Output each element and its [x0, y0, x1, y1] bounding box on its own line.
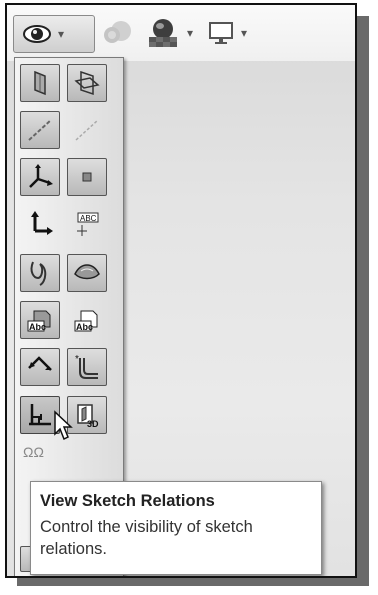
view-annotations-button[interactable]: Abc	[20, 301, 60, 339]
view-sketch-relations-icon	[25, 400, 55, 430]
appearance-sphere-icon	[101, 18, 135, 48]
view-coordinate-systems-icon	[26, 163, 54, 191]
scene-icon	[145, 17, 181, 49]
view-temporary-axes-button[interactable]	[67, 111, 107, 149]
view-settings-button[interactable]: ▾	[207, 15, 247, 51]
svg-text:3D: 3D	[87, 419, 99, 429]
view-dimension-names-button[interactable]: ABC	[67, 205, 107, 243]
view-dimension-names-icon: ABC	[72, 209, 102, 239]
view-routing-points-button[interactable]: *	[67, 348, 107, 386]
view-surfaces-button[interactable]	[67, 254, 107, 292]
view-curves-button[interactable]	[20, 254, 60, 292]
view-planes-icon	[27, 69, 53, 97]
partial-row-icon: ΩΩ	[23, 444, 44, 460]
apply-scene-button[interactable]: ▾	[145, 15, 193, 51]
view-origins-button[interactable]	[20, 205, 60, 243]
svg-text:ABC: ABC	[80, 214, 97, 223]
edit-appearance-button[interactable]	[101, 15, 135, 51]
chevron-down-icon[interactable]: ▾	[241, 26, 247, 40]
svg-text:Abc: Abc	[76, 322, 93, 332]
view-sketch-dimensions-icon	[25, 352, 55, 382]
view-annotation-faces-button[interactable]: Abc	[67, 301, 107, 339]
view-points-icon	[79, 169, 95, 185]
svg-text:Abc: Abc	[29, 322, 46, 332]
view-coordinate-systems-button[interactable]	[20, 158, 60, 196]
tooltip-title: View Sketch Relations	[40, 492, 215, 510]
view-curves-icon	[26, 258, 54, 288]
hide-show-items-button[interactable]: ▾	[13, 15, 95, 53]
view-axes-button[interactable]	[20, 111, 60, 149]
svg-text:*: *	[75, 354, 79, 365]
tooltip-description: Control the visibility of sketch relatio…	[40, 518, 253, 558]
view-3d-sketch-planes-icon: 3D	[72, 400, 102, 430]
view-temporary-axes-icon	[72, 116, 102, 144]
chevron-down-icon[interactable]: ▾	[187, 26, 193, 40]
eye-icon	[22, 22, 52, 46]
view-sketch-dimensions-button[interactable]	[20, 348, 60, 386]
view-origins-icon	[25, 209, 55, 239]
view-annotations-icon: Abc	[25, 305, 55, 335]
view-all-planes-icon	[73, 69, 101, 97]
chevron-down-icon[interactable]: ▾	[58, 27, 64, 41]
view-points-button[interactable]	[67, 158, 107, 196]
view-planes-button[interactable]	[20, 64, 60, 102]
view-all-planes-button[interactable]	[67, 64, 107, 102]
screenshot-frame: ▾ ▾ ▾ ABC Abc Abc * 3D ΩΩ View Sketch Re…	[5, 3, 357, 578]
display-monitor-icon	[207, 20, 235, 46]
view-toolbar: ▾ ▾ ▾	[7, 5, 355, 61]
mouse-cursor-icon	[53, 410, 75, 442]
view-routing-points-icon: *	[72, 352, 102, 382]
view-annotation-faces-icon: Abc	[72, 305, 102, 335]
view-axes-icon	[25, 116, 55, 144]
tooltip: View Sketch Relations Control the visibi…	[30, 481, 322, 575]
view-surfaces-icon	[71, 258, 103, 288]
